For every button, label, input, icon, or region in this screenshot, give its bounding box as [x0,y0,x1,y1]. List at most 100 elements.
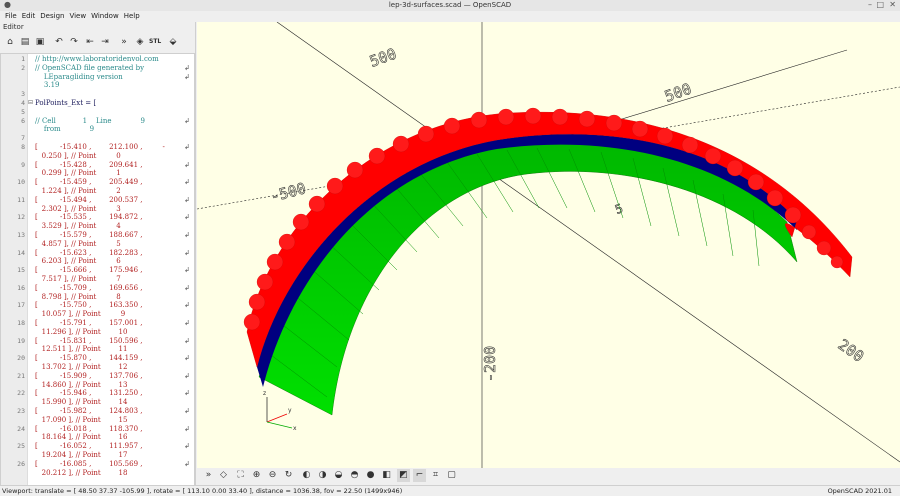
fold-toggle-icon[interactable]: ⊟ [28,99,33,106]
code-line: from 9 [35,125,95,134]
show-axes-icon[interactable]: ⌐ [413,469,426,482]
wrap-indicator-icon: ↲ [184,116,190,125]
wrap-indicator-icon: ↲ [184,371,190,380]
wrap-indicator-icon: ↲ [184,72,190,81]
redo-icon[interactable]: ↷ [68,36,80,48]
view-left-icon[interactable]: ◒ [332,469,345,482]
code-line: 3.529 ], // Point 4 [35,222,121,231]
wrap-indicator-icon: ↲ [184,301,190,310]
line-number: 9 [21,160,25,169]
view-right-icon[interactable]: ↻ [282,469,295,482]
wrap-indicator-icon: ↲ [184,266,190,275]
view-top-icon[interactable]: ◐ [300,469,313,482]
export-stl-icon[interactable]: STL [149,36,161,48]
axis-x-label: x [293,425,297,432]
zoom-in-icon[interactable]: ⛶ [234,469,247,482]
menu-file[interactable]: File [5,11,17,22]
new-icon[interactable]: ⌂ [4,36,16,48]
menu-edit[interactable]: Edit [22,11,36,22]
code-line: 2.302 ], // Point 3 [35,204,121,213]
menu-window[interactable]: Window [91,11,119,22]
axis-label-200: 200 [835,336,868,366]
line-number: 21 [17,371,25,380]
code-line: [ -15.791 , 157.001 , [35,319,143,327]
code-line: [ -16.085 , 105.569 , [35,459,143,468]
wrap-indicator-icon: ↲ [184,213,190,222]
line-number: 12 [17,213,25,222]
view-toolbar: » ◇ ⛶ ⊕ ⊖ ↻ ◐ ◑ ◒ ◓ ● ◧ ◩ ⌐ ⌗ ▢ [197,468,900,485]
menu-view[interactable]: View [69,11,86,22]
editor-panel: Editor ⌂ ▤ ▣ ↶ ↷ ⇤ ⇥ » ◈ STL ⬙ 123456789… [0,22,196,487]
code-line: [ -16.018 , 118.370 , [35,424,143,433]
line-number: 5 [21,107,25,116]
window-title: lep-3d-surfaces.scad — OpenSCAD [388,1,512,9]
line-number: 19 [17,336,25,345]
code-line: 6.203 ], // Point 6 [35,257,121,266]
minimize-icon[interactable]: – [868,0,872,9]
line-number: 1 [21,55,25,63]
close-icon[interactable]: ✕ [889,0,896,9]
menu-design[interactable]: Design [40,11,64,22]
view-back-icon[interactable]: ● [364,469,377,482]
indent-icon[interactable]: ⇥ [99,36,111,48]
line-number: 22 [17,389,25,398]
code-line: 13.702 ], // Point 12 [35,363,128,371]
wrap-indicator-icon: ↲ [184,178,190,187]
axis-label-neg200: -200 [481,346,499,382]
wrap-indicator-icon: ↲ [184,283,190,292]
code-line: [ -15.909 , 137.706 , [35,371,143,380]
code-line: [ -15.831 , 150.596 , [35,336,143,345]
save-icon[interactable]: ▣ [34,36,46,48]
code-line: 15.990 ], // Point 14 [35,398,128,407]
line-number: 2 [21,63,25,72]
view-all-icon[interactable]: ◇ [217,469,230,482]
code-line: 17.090 ], // Point 15 [35,415,128,424]
unindent-icon[interactable]: ⇤ [84,36,96,48]
undo-icon[interactable]: ↶ [53,36,65,48]
preview-icon[interactable]: » [118,36,130,48]
wrap-indicator-icon: ↲ [184,231,190,239]
view-bottom-icon[interactable]: ◑ [316,469,329,482]
code-line: [ -15.428 , 209.641 , [35,160,143,169]
code-line: // http://www.laboratoridenvol.com [35,55,159,63]
maximize-icon[interactable]: □ [876,0,884,9]
editor-label: Editor [3,23,24,31]
wrap-indicator-icon: ↲ [184,336,190,345]
code-editor[interactable]: 1 2 3 4 5 6 7 8 9 10 11 12 13 14 15 16 17 18 19 20 21 22 23 24 2… [0,53,195,487]
code-line: [ -16.052 , 111.957 , [35,442,143,451]
menu-help[interactable]: Help [124,11,140,22]
view-front-icon[interactable]: ◓ [348,469,361,482]
code-line: [ -15.494 , 200.537 , [35,195,143,204]
line-number: 25 [17,442,25,451]
show-edges-icon[interactable]: ▢ [445,469,458,482]
line-number-gutter: 1 2 3 4 5 6 7 8 9 10 11 12 13 14 15 16 17 18 19 20 21 22 23 24 2… [1,54,28,486]
wrap-indicator-icon: ↲ [184,389,190,398]
reset-view-icon[interactable]: » [202,469,215,482]
send-print-icon[interactable]: ⬙ [167,36,179,48]
show-scale-icon[interactable]: ⌗ [429,469,442,482]
line-number: 11 [17,195,25,204]
zoom-out-icon[interactable]: ⊕ [250,469,263,482]
code-line: 12.511 ], // Point 11 [35,345,128,354]
render-icon[interactable]: ◈ [134,36,146,48]
wrap-indicator-icon: ↲ [184,63,190,72]
code-line: LEparagliding version [35,72,123,81]
line-number: 6 [21,116,25,125]
3d-viewport[interactable]: 500 -500 500 -200 200 5 z y x [197,22,900,468]
perspective-icon[interactable]: ◧ [380,469,393,482]
reset-rotation-icon[interactable]: ⊖ [266,469,279,482]
axis-label-neg500: -500 [268,179,308,206]
line-number: 26 [17,459,25,468]
code-line: [ -15.709 , 169.656 , [35,283,143,292]
line-number: 4 [21,99,25,107]
line-number: 17 [17,301,25,310]
code-line: 18.164 ], // Point 16 [35,433,128,442]
code-line: [ -15.623 , 182.283 , [35,248,143,257]
wrap-indicator-icon: ↲ [184,354,190,363]
wrap-indicator-icon: ↲ [184,248,190,257]
axis-label-500-right: 500 [662,80,694,106]
code-line: 7.517 ], // Point 7 [35,275,121,283]
code-line: 11.296 ], // Point 10 [35,327,128,336]
open-icon[interactable]: ▤ [19,36,31,48]
orthogonal-icon[interactable]: ◩ [397,469,410,482]
